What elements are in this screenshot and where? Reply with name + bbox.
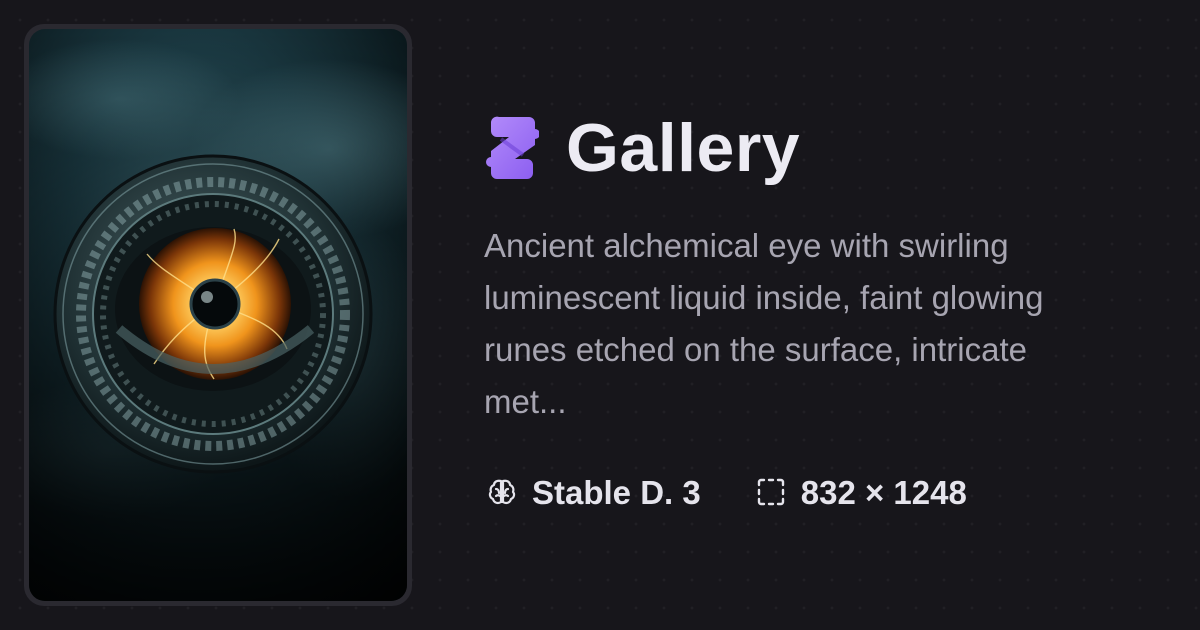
info-panel: Gallery Ancient alchemical eye with swir… [484, 108, 1164, 512]
model-label: Stable D. 3 [532, 473, 701, 511]
brand-header: Gallery [484, 108, 1164, 188]
dimensions-info: 832 × 1248 [753, 474, 967, 510]
brain-icon [484, 474, 520, 510]
dimensions-label: 832 × 1248 [800, 473, 967, 511]
image-meta: Stable D. 3 832 × 1248 [484, 472, 1164, 512]
dashed-frame-icon [753, 474, 789, 510]
preview-image [29, 29, 407, 601]
image-card[interactable] [24, 24, 412, 606]
page-title: Gallery [566, 110, 801, 186]
model-info: Stable D. 3 [484, 474, 701, 510]
puzzle-s-icon [484, 114, 540, 182]
prompt-description: Ancient alchemical eye with swirling lum… [484, 227, 1044, 420]
